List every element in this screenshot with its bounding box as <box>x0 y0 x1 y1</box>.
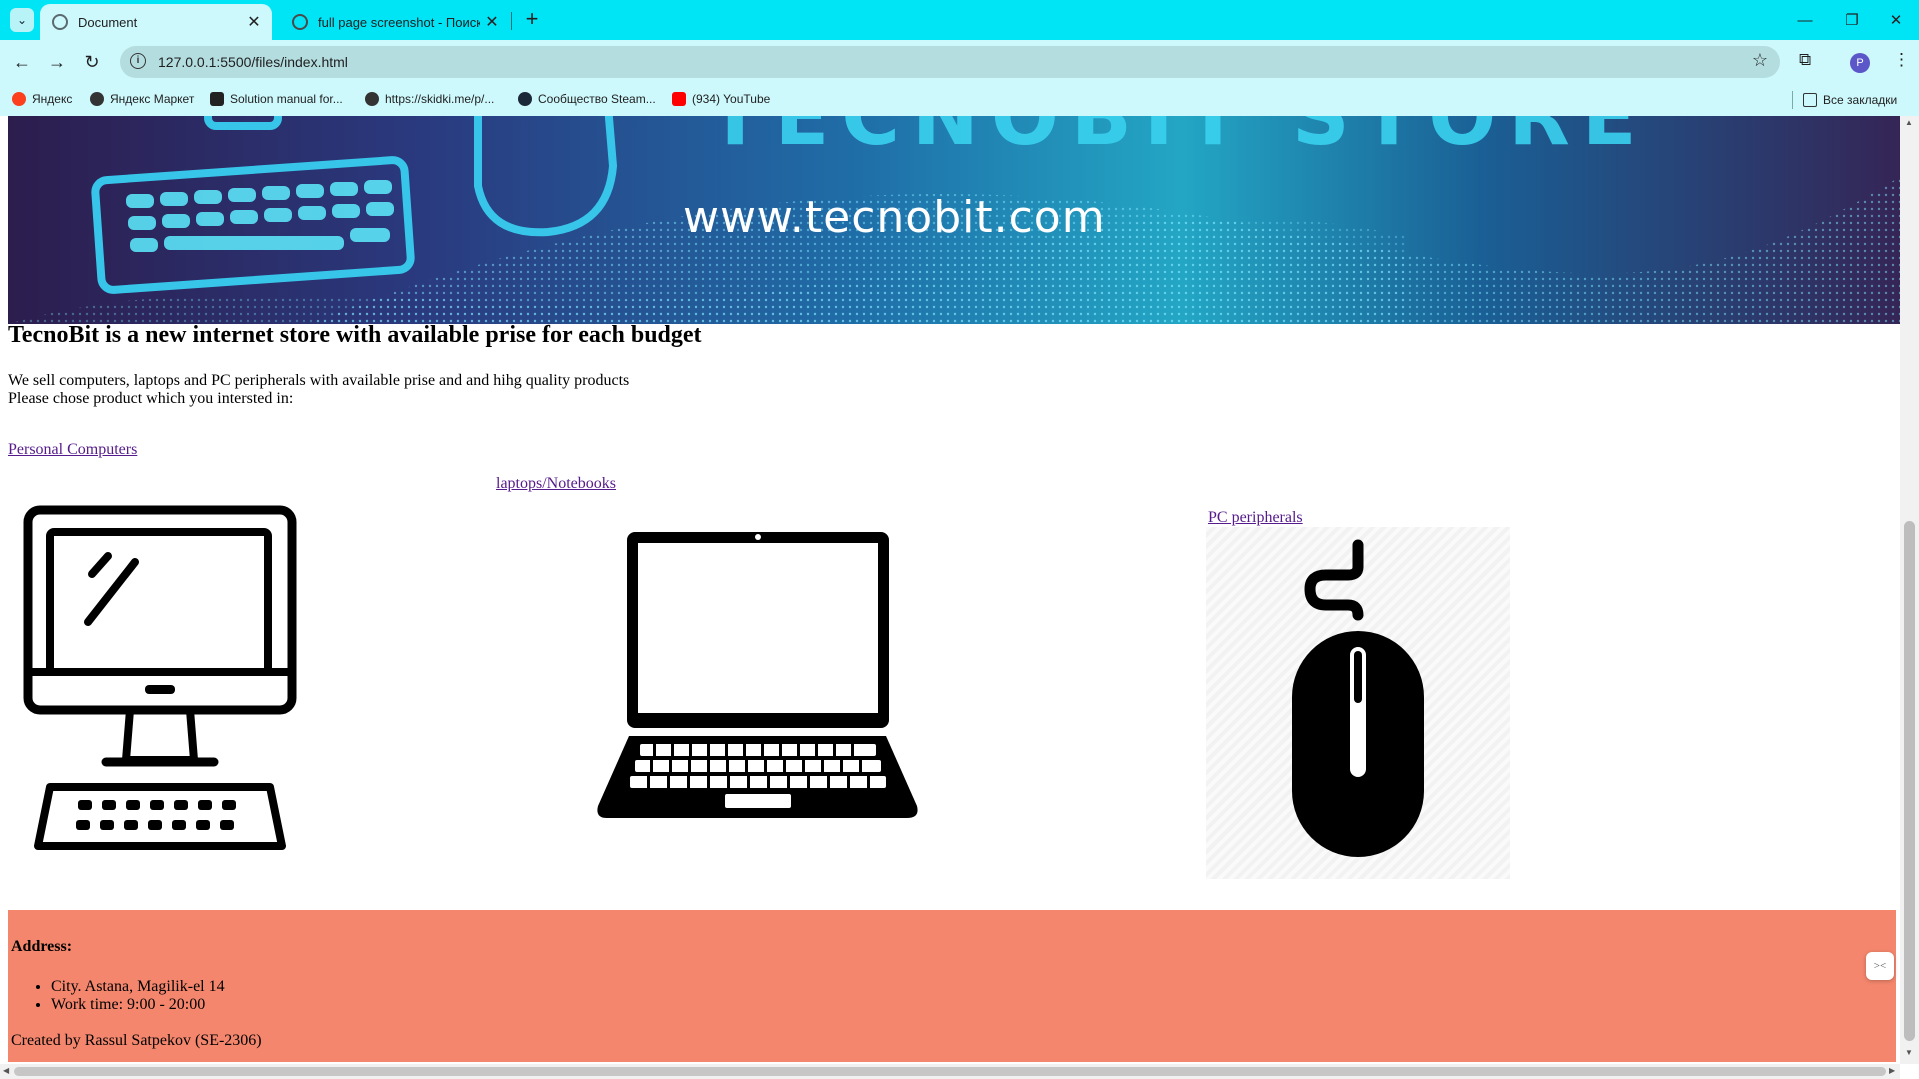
intro-text: We sell computers, laptops and PC periph… <box>8 372 629 408</box>
close-icon: ✕ <box>1889 12 1903 29</box>
scroll-up-icon[interactable]: ▲ <box>1905 118 1913 127</box>
list-item: City. Astana, Magilik-el 14 <box>51 978 225 996</box>
reload-icon: ↻ <box>84 52 100 72</box>
youtube-icon <box>672 92 686 106</box>
close-window-button[interactable]: ✕ <box>1866 0 1919 40</box>
page-heading: TecnoBit is a new internet store with av… <box>8 322 702 348</box>
menu-icon[interactable]: ⋮ <box>1893 50 1910 70</box>
bookmark-label: Solution manual for... <box>230 92 343 106</box>
chevron-icon: >< <box>1873 960 1887 972</box>
tab-search-button[interactable]: ⌄ <box>10 8 34 32</box>
site-icon <box>210 92 224 106</box>
reload-button[interactable]: ↻ <box>80 50 104 74</box>
tab-strip: ⌄ Document ✕ full page screenshot - Поис… <box>0 0 1919 40</box>
store-banner: TECNOBIT STORE www.tecnobit.com <box>8 116 1900 324</box>
intro-line-2: Please chose product which you intersted… <box>8 390 294 407</box>
bookmark-label: (934) YouTube <box>692 92 771 106</box>
address-label: Address: <box>11 938 73 955</box>
bookmark-skidki[interactable]: https://skidki.me/p/... <box>365 92 494 106</box>
globe-icon <box>52 14 68 30</box>
arrow-left-icon: ← <box>13 52 31 72</box>
address-bar[interactable]: i 127.0.0.1:5500/files/index.html ☆ <box>120 46 1780 78</box>
chevron-down-icon: ⌄ <box>16 13 28 27</box>
profile-avatar[interactable]: P <box>1850 53 1870 73</box>
list-item: Work time: 9:00 - 20:00 <box>51 996 225 1014</box>
address-text[interactable]: 127.0.0.1:5500/files/index.html <box>158 54 348 70</box>
arrow-right-icon: → <box>48 52 66 72</box>
laptop-icon[interactable] <box>595 526 920 821</box>
globe-icon <box>365 92 379 106</box>
bookmark-label: Сообщество Steam... <box>538 92 656 106</box>
browser-toolbar: ← → ↻ i 127.0.0.1:5500/files/index.html … <box>0 40 1919 84</box>
scroll-down-icon[interactable]: ▼ <box>1905 1048 1913 1057</box>
bookmark-star-icon[interactable]: ☆ <box>1752 50 1768 71</box>
folder-icon <box>1803 93 1817 107</box>
back-button[interactable]: ← <box>10 50 34 74</box>
computer-mouse-image[interactable] <box>1206 527 1510 879</box>
bookmark-steam[interactable]: Сообщество Steam... <box>518 92 656 106</box>
bookmark-label: https://skidki.me/p/... <box>385 92 495 106</box>
page-viewport: TECNOBIT STORE www.tecnobit.com TecnoBit… <box>0 116 1900 1064</box>
tab-search[interactable]: full page screenshot - Поиск в ✕ <box>280 4 510 40</box>
vertical-scroll-thumb[interactable] <box>1904 521 1915 1041</box>
vertical-scrollbar[interactable]: ▲ ▼ <box>1900 116 1919 1064</box>
bookmark-yandex[interactable]: Яндекс <box>12 92 72 106</box>
personal-computers-link[interactable]: Personal Computers <box>8 441 137 459</box>
bookmark-youtube[interactable]: (934) YouTube <box>672 92 770 106</box>
minimize-icon: — <box>1797 11 1813 29</box>
globe-icon <box>90 92 104 106</box>
page-footer: Address: City. Astana, Magilik-el 14 Wor… <box>8 910 1896 1062</box>
horizontal-scrollbar[interactable]: ◀ ▶ <box>0 1064 1900 1079</box>
forward-button[interactable]: → <box>45 50 69 74</box>
horizontal-scroll-thumb[interactable] <box>14 1067 1886 1076</box>
yandex-icon <box>12 92 26 106</box>
mouse-graphic <box>474 116 618 237</box>
bookmark-solution-manual[interactable]: Solution manual for... <box>210 92 343 106</box>
steam-icon <box>518 92 532 106</box>
scroll-right-icon[interactable]: ▶ <box>1889 1066 1895 1075</box>
laptops-link[interactable]: laptops/Notebooks <box>308 475 616 493</box>
keyboard-keys <box>126 180 394 252</box>
site-info-icon[interactable]: i <box>130 53 146 69</box>
floating-widget-button[interactable]: >< <box>1866 952 1894 980</box>
banner-url: www.tecnobit.com <box>683 192 1106 243</box>
banner-store-title: TECNOBIT STORE <box>708 116 1649 163</box>
extensions-icon[interactable]: ⧉ <box>1799 50 1811 70</box>
intro-line-1: We sell computers, laptops and PC periph… <box>8 372 630 389</box>
restore-icon: ❐ <box>1845 12 1859 29</box>
bookmarks-bar: Яндекс Яндекс Маркет Solution manual for… <box>0 84 1919 116</box>
author-credit: Created by Rassul Satpekov (SE-2306) <box>11 1032 262 1049</box>
new-tab-button[interactable]: + <box>520 8 544 32</box>
tab-separator <box>511 12 512 30</box>
address-list: City. Astana, Magilik-el 14 Work time: 9… <box>8 978 225 1014</box>
bookmark-yandex-market[interactable]: Яндекс Маркет <box>90 92 194 106</box>
desktop-computer-icon[interactable] <box>20 502 300 852</box>
tab-document[interactable]: Document ✕ <box>40 4 272 40</box>
close-tab-icon[interactable]: ✕ <box>480 12 504 32</box>
scroll-left-icon[interactable]: ◀ <box>3 1066 9 1075</box>
tab-title: Document <box>78 14 138 30</box>
all-bookmarks[interactable]: Все закладки <box>1792 91 1897 109</box>
close-tab-icon[interactable]: ✕ <box>242 12 266 32</box>
pc-peripherals-link[interactable]: PC peripherals <box>1208 509 1303 527</box>
bookmark-label: Яндекс <box>32 92 73 106</box>
all-bookmarks-label: Все закладки <box>1823 93 1898 107</box>
mouse-icon <box>1292 539 1424 857</box>
google-icon <box>292 14 308 30</box>
tab-title: full page screenshot - Поиск в <box>318 14 480 30</box>
bookmark-label: Яндекс Маркет <box>110 92 195 106</box>
